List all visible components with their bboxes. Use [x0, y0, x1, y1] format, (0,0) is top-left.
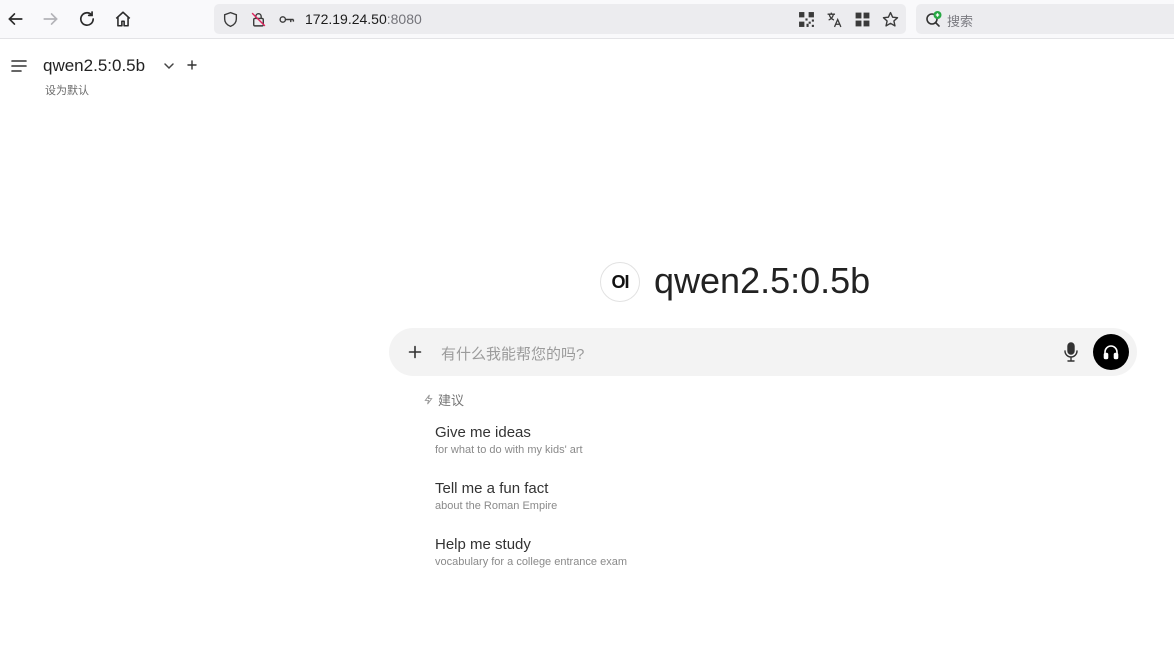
chevron-down-icon[interactable] — [162, 59, 176, 73]
extensions-grid-icon[interactable] — [853, 10, 871, 28]
lightning-icon — [424, 394, 433, 405]
suggestion-item[interactable]: Give me ideas for what to do with my kid… — [435, 424, 675, 456]
headphones-icon — [1103, 345, 1119, 360]
suggestion-title: Tell me a fun fact — [435, 480, 549, 497]
shield-icon[interactable] — [221, 10, 239, 28]
add-model-icon[interactable] — [185, 58, 199, 72]
forward-icon[interactable] — [39, 7, 63, 31]
voice-mode-button[interactable] — [1093, 334, 1129, 370]
suggestion-title: Give me ideas — [435, 424, 531, 441]
suggestion-title: Help me study — [435, 536, 531, 553]
search-placeholder: 搜索 — [947, 14, 974, 29]
bookmark-star-icon[interactable] — [881, 10, 899, 28]
translate-icon[interactable] — [825, 10, 843, 28]
chat-input-placeholder[interactable]: 有什么我能帮您的吗? — [441, 343, 584, 364]
suggestion-subtitle: about the Roman Empire — [435, 500, 558, 512]
qr-code-icon[interactable] — [797, 10, 815, 28]
chat-input-bar[interactable]: 有什么我能帮您的吗? — [389, 328, 1137, 376]
suggestions-heading-label: 建议 — [438, 393, 465, 408]
suggestion-item[interactable]: Help me study vocabulary for a college e… — [435, 536, 675, 568]
set-default-link[interactable]: 设为默认 — [45, 82, 89, 98]
search-engine-icon — [926, 11, 942, 27]
browser-toolbar: 172.19.24.50:8080 搜索 — [0, 0, 1174, 39]
plus-icon[interactable] — [407, 344, 423, 360]
suggestion-subtitle: for what to do with my kids' art — [435, 444, 583, 456]
browser-search-box[interactable]: 搜索 — [916, 4, 1174, 34]
hero-model-title: qwen2.5:0.5b — [654, 260, 871, 301]
suggestions-heading: 建议 — [423, 390, 464, 409]
back-icon[interactable] — [3, 7, 27, 31]
reload-icon[interactable] — [75, 7, 99, 31]
url-text[interactable]: 172.19.24.50:8080 — [305, 11, 422, 27]
model-logo: OI — [600, 262, 640, 302]
microphone-icon[interactable] — [1061, 341, 1081, 363]
address-bar[interactable]: 172.19.24.50:8080 — [214, 4, 906, 34]
key-icon[interactable] — [277, 10, 295, 28]
sidebar-menu-icon[interactable] — [9, 56, 29, 76]
suggestion-subtitle: vocabulary for a college entrance exam — [435, 556, 627, 568]
insecure-lock-icon[interactable] — [249, 10, 267, 28]
suggestion-item[interactable]: Tell me a fun fact about the Roman Empir… — [435, 480, 675, 512]
model-selector-label[interactable]: qwen2.5:0.5b — [43, 56, 145, 76]
home-icon[interactable] — [111, 7, 135, 31]
